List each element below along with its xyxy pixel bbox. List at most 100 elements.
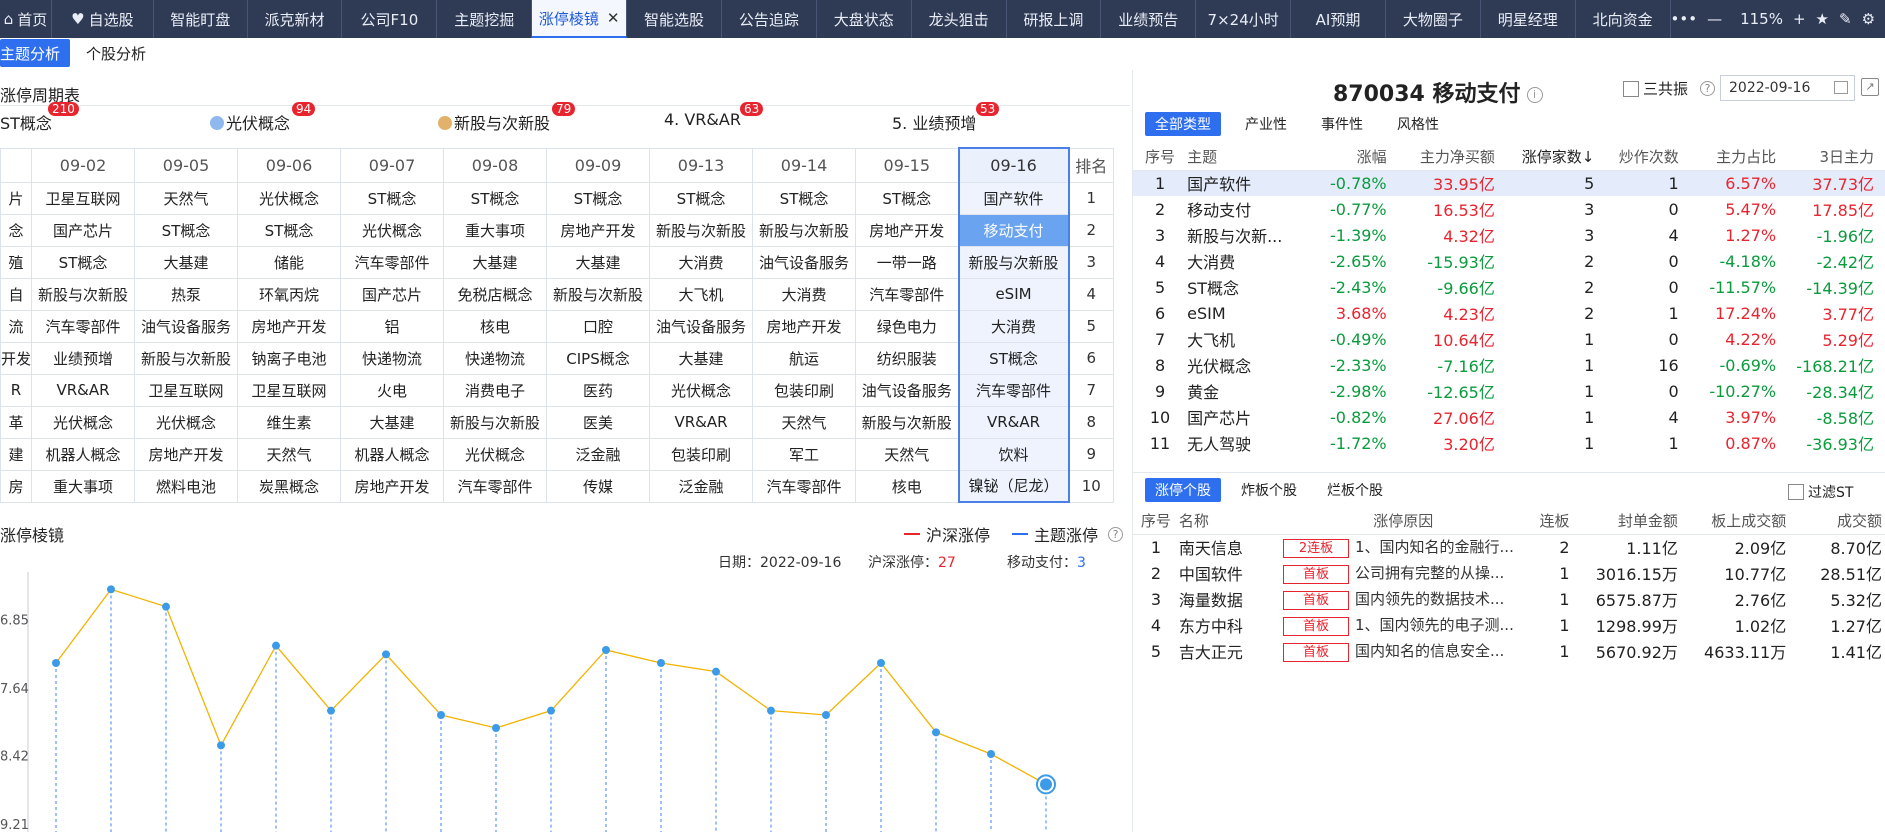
table-row[interactable]: 5 ST概念 -2.43% -9.66亿 2 0 -11.57% -14.39亿: [1133, 274, 1885, 300]
concept-cell[interactable]: ST概念: [752, 181, 857, 215]
concept-cell[interactable]: 铝: [340, 309, 445, 343]
prism-line-chart[interactable]: 6.85 7.64 8.42 9.21: [0, 572, 1130, 832]
data-point[interactable]: [932, 728, 940, 737]
col-header[interactable]: 3日主力: [1782, 144, 1885, 171]
star-icon[interactable]: ★: [1816, 10, 1829, 28]
concept-item[interactable]: 新股与次新股 79: [438, 102, 576, 134]
data-point[interactable]: [492, 724, 500, 732]
concept-cell[interactable]: 天然气: [134, 181, 239, 215]
checkbox[interactable]: [1623, 80, 1639, 97]
tab-broken-board[interactable]: 炸板个股: [1231, 478, 1307, 502]
concept-item[interactable]: 4. VR&AR 63: [664, 102, 764, 129]
table-row[interactable]: 4 大消费 -2.65% -15.93亿 2 0 -4.18% -2.42亿: [1133, 248, 1885, 274]
tab-smart-watch[interactable]: 智能盯盘: [154, 0, 248, 38]
concept-cell[interactable]: 油气设备服务: [855, 373, 960, 407]
concept-cell[interactable]: 热泵: [134, 277, 239, 311]
concept-cell[interactable]: 卫星互联网: [134, 373, 239, 407]
tab-earnings[interactable]: 业绩预告: [1101, 0, 1197, 38]
concept-cell[interactable]: 光伏概念: [649, 373, 754, 407]
concept-cell[interactable]: 大消费: [752, 277, 857, 311]
info-icon[interactable]: i: [1526, 87, 1543, 103]
data-point[interactable]: [272, 641, 280, 650]
concept-cell[interactable]: ST概念: [31, 245, 136, 279]
concept-cell[interactable]: 包装印刷: [649, 437, 754, 471]
data-point[interactable]: [382, 650, 390, 659]
tab-limit-up[interactable]: 涨停个股: [1145, 478, 1221, 502]
concept-cell[interactable]: 天然气: [237, 437, 342, 471]
table-row[interactable]: 10 国产芯片 -0.82% 27.06亿 1 4 3.97% -8.58亿: [1133, 404, 1885, 430]
concept-cell[interactable]: 钠离子电池: [237, 341, 342, 375]
col-header[interactable]: 09-09: [546, 147, 651, 183]
tab-leader[interactable]: 龙头狙击: [912, 0, 1007, 38]
concept-cell[interactable]: 大基建: [340, 405, 445, 439]
concept-cell[interactable]: 汽车零部件: [340, 245, 445, 279]
data-point[interactable]: [217, 741, 225, 750]
concept-cell[interactable]: ST概念: [443, 181, 548, 215]
concept-cell[interactable]: 汽车零部件: [957, 373, 1070, 407]
tab-market-state[interactable]: 大盘状态: [817, 0, 912, 38]
concept-cell[interactable]: 汽车零部件: [752, 469, 857, 503]
concept-cell[interactable]: 汽车零部件: [855, 277, 960, 311]
tab-star-manager[interactable]: 明星经理: [1481, 0, 1576, 38]
concept-cell[interactable]: eSIM: [957, 277, 1070, 311]
concept-cell[interactable]: 一带一路: [855, 245, 960, 279]
tab-research[interactable]: 研报上调: [1007, 0, 1102, 38]
concept-cell[interactable]: 光伏概念: [134, 405, 239, 439]
stock-name[interactable]: 东方中科: [1179, 612, 1283, 638]
concept-cell[interactable]: 储能: [237, 245, 342, 279]
tab-industry[interactable]: 产业性: [1235, 112, 1297, 136]
data-point[interactable]: [767, 706, 775, 715]
concept-cell[interactable]: 业绩预增: [31, 341, 136, 375]
table-row[interactable]: 5 吉大正元 首板 国内知名的信息安全... 1 5670.92万 4633.11万 1.41…: [1133, 638, 1885, 664]
tab-northbound[interactable]: 北向资金: [1576, 0, 1671, 38]
table-row[interactable]: 1 国产软件 -0.78% 33.95亿 5 1 6.57% 37.73亿: [1133, 170, 1885, 196]
concept-cell[interactable]: 免税店概念: [443, 277, 548, 311]
tab-home[interactable]: ⌂ 首页: [0, 0, 52, 38]
concept-cell[interactable]: 口腔: [546, 309, 651, 343]
concept-cell[interactable]: 纺织服装: [855, 341, 960, 375]
concept-cell[interactable]: ST概念: [649, 181, 754, 215]
concept-cell[interactable]: 维生素: [237, 405, 342, 439]
concept-cell[interactable]: 光伏概念: [443, 437, 548, 471]
concept-cell[interactable]: 光伏概念: [340, 213, 445, 247]
concept-cell[interactable]: 油气设备服务: [649, 309, 754, 343]
table-row[interactable]: 9 黄金 -2.98% -12.65亿 1 0 -10.27% -28.34亿: [1133, 378, 1885, 404]
data-point[interactable]: [52, 659, 60, 667]
tab-theme-mining[interactable]: 主题挖掘: [437, 0, 533, 38]
concept-cell[interactable]: 快递物流: [340, 341, 445, 375]
stock-name[interactable]: 海量数据: [1179, 586, 1283, 612]
concept-cell[interactable]: 汽车零部件: [31, 309, 136, 343]
concept-cell[interactable]: 房地产开发: [855, 213, 960, 247]
concept-cell[interactable]: 新股与次新股: [649, 213, 754, 247]
concept-cell[interactable]: 医药: [546, 373, 651, 407]
filter-st-toggle[interactable]: 过滤ST: [1788, 482, 1853, 502]
tab-event[interactable]: 事件性: [1311, 112, 1373, 136]
col-header[interactable]: 09-02: [31, 147, 136, 183]
col-header-selected[interactable]: 09-16: [957, 147, 1070, 183]
tab-24h[interactable]: 7×24小时: [1196, 0, 1292, 38]
concept-cell[interactable]: ST概念: [134, 213, 239, 247]
tab-weak-board[interactable]: 烂板个股: [1317, 478, 1393, 502]
concept-cell[interactable]: ST概念: [340, 181, 445, 215]
col-header[interactable]: 板上成交额: [1683, 508, 1793, 535]
concept-cell[interactable]: 核电: [855, 469, 960, 503]
concept-cell[interactable]: ST概念: [237, 213, 342, 247]
table-row[interactable]: 2 移动支付 -0.77% 16.53亿 3 0 5.47% 17.85亿: [1133, 196, 1885, 222]
concept-cell[interactable]: 医美: [546, 405, 651, 439]
help-icon[interactable]: ?: [1108, 526, 1124, 542]
legend-topic[interactable]: 主题涨停 ?: [1012, 522, 1124, 546]
col-header-sorted[interactable]: 涨停家数↓: [1500, 144, 1601, 171]
concept-cell[interactable]: 新股与次新股: [546, 277, 651, 311]
col-header[interactable]: 09-13: [649, 147, 754, 183]
tab-watchlist[interactable]: ♥ 自选股: [52, 0, 154, 38]
table-row[interactable]: 2 中国软件 首板 公司拥有完整的从操... 1 3016.15万 10.77亿 28.51亿: [1133, 560, 1885, 586]
col-header[interactable]: 09-15: [855, 147, 960, 183]
concept-cell[interactable]: VR&AR: [31, 373, 136, 407]
zoom-in-button[interactable]: +: [1793, 10, 1806, 28]
table-row[interactable]: 7 大飞机 -0.49% 10.64亿 1 0 4.22% 5.29亿: [1133, 326, 1885, 352]
more-icon[interactable]: •••: [1671, 10, 1698, 28]
concept-cell[interactable]: 泛金融: [649, 469, 754, 503]
concept-cell[interactable]: 房地产开发: [134, 437, 239, 471]
col-header[interactable]: 09-06: [237, 147, 342, 183]
concept-cell[interactable]: 新股与次新股: [855, 405, 960, 439]
